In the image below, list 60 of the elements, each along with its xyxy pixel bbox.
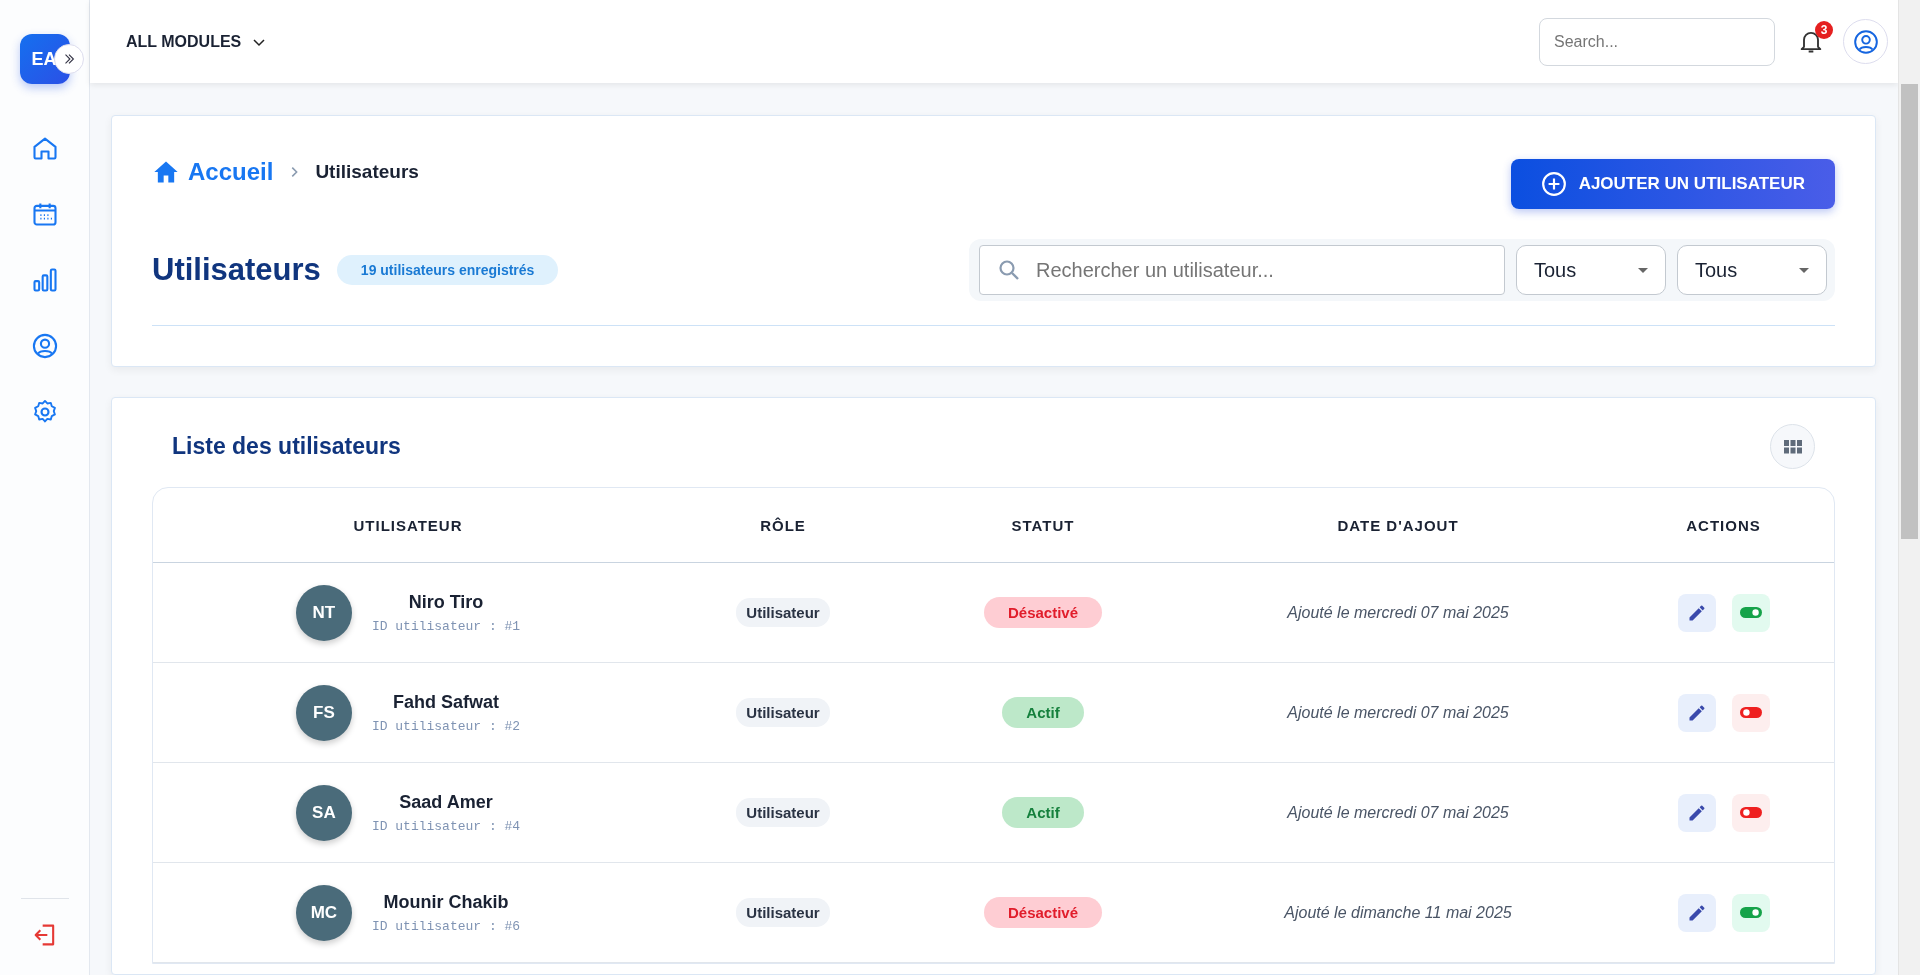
toggle-on-icon	[1739, 606, 1762, 619]
profile-button[interactable]	[1843, 19, 1888, 64]
grid-view-button[interactable]	[1770, 424, 1815, 469]
status-badge: Actif	[1002, 697, 1084, 728]
breadcrumb-current: Utilisateurs	[315, 161, 419, 183]
add-user-button[interactable]: AJOUTER UN UTILISATEUR	[1510, 159, 1835, 209]
role-badge: Utilisateur	[736, 598, 830, 627]
edit-button[interactable]	[1677, 693, 1716, 732]
plus-circle-icon	[1540, 171, 1567, 197]
grid-icon	[1783, 439, 1802, 454]
filter-dropdown[interactable]: Tous	[1516, 245, 1666, 295]
user-circle-icon[interactable]	[30, 332, 59, 360]
user-name: Saad Amer	[399, 791, 493, 813]
column-header: STATUT	[1010, 516, 1076, 534]
status-badge: Désactivé	[983, 897, 1103, 928]
date-added: Ajouté le mercredi 07 mai 2025	[1287, 703, 1509, 722]
user-name: Fahd Safwat	[393, 691, 499, 713]
bar-chart-icon[interactable]	[30, 266, 59, 294]
notification-badge: 3	[1815, 20, 1833, 39]
user-search-field[interactable]: Rechercher un utilisateur...	[979, 245, 1505, 295]
edit-button[interactable]	[1677, 593, 1716, 632]
breadcrumb-link[interactable]: Accueil	[188, 158, 274, 186]
modules-dropdown[interactable]: ALL MODULES	[120, 31, 274, 52]
status-badge: Désactivé	[983, 597, 1103, 628]
user-circle-icon	[1852, 28, 1879, 55]
toggle-off-icon	[1739, 806, 1762, 819]
search-icon	[997, 258, 1021, 282]
role-badge: Utilisateur	[736, 698, 830, 727]
count-badge: 19 utilisateurs enregistrés	[336, 255, 559, 285]
role-badge: Utilisateur	[736, 798, 830, 827]
toggle-button[interactable]	[1731, 793, 1770, 832]
user-avatar: MC	[295, 884, 352, 941]
user-name: Mounir Chakib	[383, 891, 509, 913]
user-id: ID utilisateur : #6	[371, 918, 521, 934]
edit-button[interactable]	[1677, 793, 1716, 832]
edit-button[interactable]	[1677, 893, 1716, 932]
list-title: Liste des utilisateurs	[172, 433, 401, 460]
role-badge: Utilisateur	[736, 898, 830, 927]
page-title: Utilisateurs	[152, 252, 321, 288]
user-id: ID utilisateur : #4	[371, 818, 521, 834]
user-avatar: SA	[295, 784, 352, 841]
date-added: Ajouté le mercredi 07 mai 2025	[1287, 803, 1509, 822]
filter-dropdown[interactable]: Tous	[1677, 245, 1827, 295]
scrollbar[interactable]	[1898, 0, 1920, 975]
user-avatar: FS	[295, 684, 352, 741]
column-header: UTILISATEUR	[352, 516, 464, 534]
user-id: ID utilisateur : #2	[371, 718, 521, 734]
date-added: Ajouté le dimanche 11 mai 2025	[1284, 903, 1512, 922]
column-header: RÔLE	[759, 516, 807, 534]
toggle-button[interactable]	[1731, 693, 1770, 732]
date-added: Ajouté le mercredi 07 mai 2025	[1287, 603, 1509, 622]
user-avatar: NT	[295, 584, 352, 641]
toggle-off-icon	[1739, 706, 1762, 719]
toggle-on-icon	[1739, 906, 1762, 919]
column-header: DATE D'AJOUT	[1336, 516, 1460, 534]
column-header: ACTIONS	[1685, 516, 1762, 534]
search-field[interactable]: Search...	[1539, 17, 1775, 66]
user-name: Niro Tiro	[408, 591, 484, 613]
user-id: ID utilisateur : #1	[371, 618, 521, 634]
status-badge: Actif	[1002, 797, 1084, 828]
